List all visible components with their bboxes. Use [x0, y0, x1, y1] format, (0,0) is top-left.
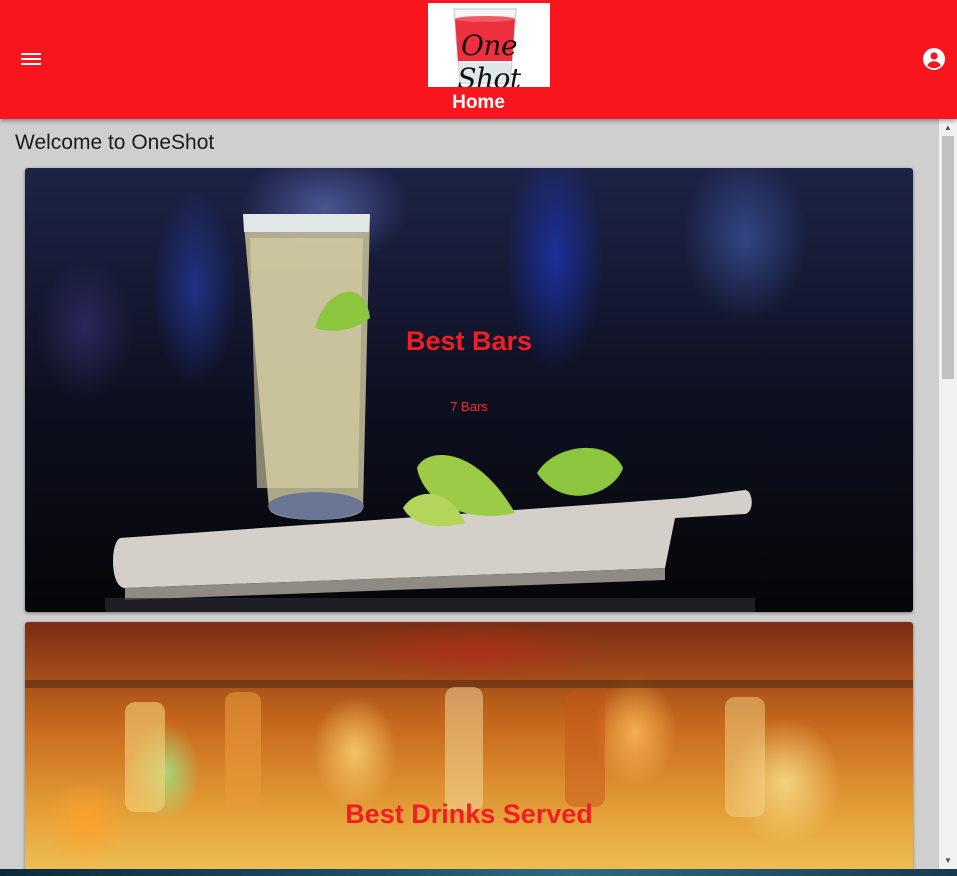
card-title: Best Drinks Served — [345, 799, 593, 829]
welcome-heading: Welcome to OneShot — [15, 131, 215, 154]
card-title: Best Bars — [405, 326, 533, 356]
menu-icon-bar — [21, 63, 41, 65]
app-header: One Shot Home — [0, 0, 957, 119]
best-bars-card[interactable]: Best Bars 7 Bars — [25, 168, 913, 612]
scroll-up-arrow-icon[interactable]: ▲ — [939, 119, 957, 136]
cocktail-image — [105, 214, 755, 612]
vertical-scrollbar[interactable]: ▲ ▼ — [939, 119, 957, 869]
best-drinks-card[interactable]: Best Drinks Served — [25, 622, 913, 869]
logo[interactable]: One Shot — [428, 3, 550, 87]
logo-text: One Shot — [457, 29, 521, 87]
desktop-background-strip — [0, 869, 957, 876]
account-button[interactable] — [922, 47, 946, 71]
scroll-down-arrow-icon[interactable]: ▼ — [939, 852, 957, 869]
menu-button[interactable] — [19, 47, 43, 71]
account-circle-icon — [923, 48, 945, 70]
card-subtitle: 7 Bars — [450, 399, 488, 414]
scroll-thumb[interactable] — [942, 136, 954, 379]
menu-icon-bar — [21, 58, 41, 60]
bar-shelf-image — [25, 680, 913, 817]
main-content: Welcome to OneShot Best Bars 7 Bars Best… — [0, 119, 939, 869]
menu-icon-bar — [21, 53, 41, 55]
page-title: Home — [452, 92, 505, 113]
